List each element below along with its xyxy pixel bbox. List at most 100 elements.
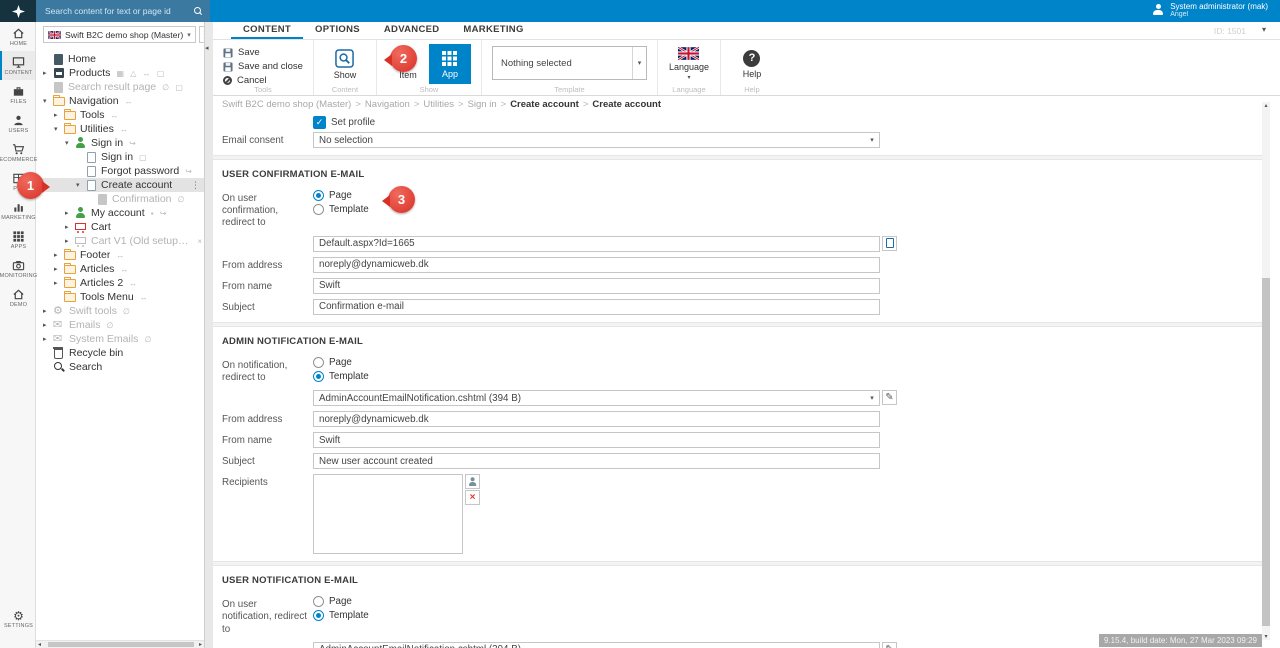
breadcrumb-segment[interactable]: Sign in xyxy=(468,99,497,110)
rail-item-users[interactable]: USERS xyxy=(0,109,35,138)
from-address-input[interactable] xyxy=(313,411,880,427)
rail-item-settings[interactable]: ⚙ SETTINGS xyxy=(0,605,35,634)
tree-item-articles[interactable]: ▸Articles↔ xyxy=(36,262,204,276)
tree-item-my-account[interactable]: ▸My account▪ ↪ xyxy=(36,206,204,220)
chevron-down-icon[interactable]: ▾ xyxy=(632,47,646,79)
scroll-up-icon[interactable]: ▴ xyxy=(1262,102,1270,109)
radio-selected-icon[interactable] xyxy=(313,610,324,621)
tab-content[interactable]: CONTENT xyxy=(231,22,303,39)
scroll-down-icon[interactable]: ▾ xyxy=(1262,633,1270,640)
scrollbar-thumb[interactable] xyxy=(1262,278,1270,626)
caret-icon[interactable]: ▸ xyxy=(54,265,64,273)
tree-item-search[interactable]: Search xyxy=(36,360,204,374)
save-button[interactable]: Save xyxy=(223,46,303,59)
rail-item-content[interactable]: CONTENT xyxy=(0,51,35,80)
admin-template-select[interactable]: AdminAccountEmailNotification.cshtml (39… xyxy=(313,390,880,406)
search-icon[interactable] xyxy=(194,7,202,15)
app-button[interactable]: App xyxy=(429,44,471,84)
scrollbar-thumb[interactable] xyxy=(48,642,194,647)
recipients-textarea[interactable] xyxy=(313,474,463,554)
redirect-page-option[interactable]: Page xyxy=(313,596,369,607)
caret-icon[interactable]: ▸ xyxy=(65,209,75,217)
tree-item-sign-in-section[interactable]: ▾Sign in↪ xyxy=(36,136,204,150)
email-consent-select[interactable]: No selection ▾ xyxy=(313,132,880,148)
language-button[interactable]: Language ▾ xyxy=(668,44,710,84)
tree-item-cart[interactable]: ▸Cart xyxy=(36,220,204,234)
set-profile-checkbox[interactable]: ✓ xyxy=(313,116,326,129)
tab-advanced[interactable]: ADVANCED xyxy=(372,22,452,39)
rail-item-home[interactable]: HOME xyxy=(0,22,35,51)
page-picker-button[interactable] xyxy=(882,236,897,251)
scroll-left-icon[interactable]: ◂ xyxy=(38,641,41,648)
redirect-page-option[interactable]: Page xyxy=(313,357,369,368)
caret-icon[interactable]: ▸ xyxy=(54,251,64,259)
panel-divider[interactable]: ◂ xyxy=(205,22,213,648)
tab-options[interactable]: OPTIONS xyxy=(303,22,372,39)
tree-item-search-result-page[interactable]: Search result page∅ ▢ xyxy=(36,80,204,94)
caret-icon[interactable]: ▾ xyxy=(54,125,64,133)
rail-item-marketing[interactable]: MARKETING xyxy=(0,196,35,225)
tree-item-tools-menu[interactable]: Tools Menu↔ xyxy=(36,290,204,304)
caret-icon[interactable]: ▾ xyxy=(65,139,75,147)
tree-item-cart-v1[interactable]: ▸Cart V1 (Old setup without Shipmondo)× xyxy=(36,234,204,248)
row-menu-icon[interactable]: ⋮ xyxy=(191,180,200,191)
redirect-page-input[interactable] xyxy=(313,236,880,252)
collapse-ribbon-icon[interactable]: ▾ xyxy=(1262,25,1266,34)
caret-icon[interactable]: ▸ xyxy=(65,223,75,231)
tree-item-products[interactable]: ▸Products▦ △ ↔ ▢ xyxy=(36,66,204,80)
tree-item-confirmation[interactable]: Confirmation∅ xyxy=(36,192,204,206)
breadcrumb-segment[interactable]: Utilities xyxy=(423,99,454,110)
tree-item-emails[interactable]: ▸Emails∅ xyxy=(36,318,204,332)
caret-icon[interactable]: ▸ xyxy=(43,335,53,343)
breadcrumb-segment[interactable]: Create account xyxy=(510,99,579,110)
radio-icon[interactable] xyxy=(313,204,324,215)
tree-item-utilities[interactable]: ▾Utilities↔ xyxy=(36,122,204,136)
rail-item-monitoring[interactable]: MONITORING xyxy=(0,254,35,283)
edit-template-button[interactable]: ✎ xyxy=(882,390,897,405)
tree-item-sign-in-page[interactable]: Sign in▢ xyxy=(36,150,204,164)
template-select[interactable]: Nothing selected ▾ xyxy=(492,46,647,80)
tree-item-swift-tools[interactable]: ▸Swift tools∅ xyxy=(36,304,204,318)
caret-icon[interactable]: ▾ xyxy=(76,181,86,189)
tree-item-recycle-bin[interactable]: Recycle bin xyxy=(36,346,204,360)
breadcrumb-segment[interactable]: Swift B2C demo shop (Master) xyxy=(222,99,351,110)
dynamicweb-logo[interactable] xyxy=(0,0,36,22)
save-and-close-button[interactable]: Save and close xyxy=(223,60,303,73)
user-menu[interactable]: System administrator (mak) Angel xyxy=(1152,2,1268,18)
caret-icon[interactable]: ▸ xyxy=(65,237,75,245)
redirect-page-option[interactable]: Page xyxy=(313,190,369,201)
show-button[interactable]: Show xyxy=(324,44,366,84)
caret-icon[interactable]: ▸ xyxy=(43,69,53,77)
breadcrumb-segment[interactable]: Create account xyxy=(592,99,661,110)
redirect-template-option[interactable]: Template xyxy=(313,204,369,215)
rail-item-demo[interactable]: DEMO xyxy=(0,283,35,312)
search-input[interactable] xyxy=(36,6,194,16)
radio-icon[interactable] xyxy=(313,596,324,607)
edit-template-button[interactable]: ✎ xyxy=(882,642,897,648)
scroll-right-icon[interactable]: ▸ xyxy=(199,641,202,648)
radio-selected-icon[interactable] xyxy=(313,371,324,382)
breadcrumb-segment[interactable]: Navigation xyxy=(365,99,410,110)
tree-item-create-account[interactable]: ▾Create account⋮ xyxy=(36,178,204,192)
collapse-panel-icon[interactable]: ◂ xyxy=(205,44,209,52)
content-vertical-scrollbar[interactable]: ▴ ▾ xyxy=(1262,102,1270,640)
tree-item-navigation[interactable]: ▾Navigation↔ xyxy=(36,94,204,108)
from-address-input[interactable] xyxy=(313,257,880,273)
help-button[interactable]: ? Help xyxy=(731,44,773,84)
site-options-button[interactable]: ⋮ xyxy=(199,26,205,43)
redirect-template-option[interactable]: Template xyxy=(313,371,369,382)
radio-selected-icon[interactable] xyxy=(313,190,324,201)
radio-icon[interactable] xyxy=(313,357,324,368)
tree-item-footer[interactable]: ▸Footer↔ xyxy=(36,248,204,262)
redirect-template-option[interactable]: Template xyxy=(313,610,369,621)
tree-item-tools[interactable]: ▸Tools↔ xyxy=(36,108,204,122)
tree-item-forgot-password[interactable]: Forgot password↪ xyxy=(36,164,204,178)
add-user-recipient-button[interactable] xyxy=(465,474,480,489)
subject-input[interactable] xyxy=(313,453,880,469)
tree-item-system-emails[interactable]: ▸System Emails∅ xyxy=(36,332,204,346)
user-template-select[interactable]: AdminAccountEmailNotification.cshtml (39… xyxy=(313,642,880,648)
caret-icon[interactable]: ▸ xyxy=(43,307,53,315)
remove-recipient-button[interactable]: × xyxy=(465,490,480,505)
rail-item-files[interactable]: FILES xyxy=(0,80,35,109)
from-name-input[interactable] xyxy=(313,278,880,294)
